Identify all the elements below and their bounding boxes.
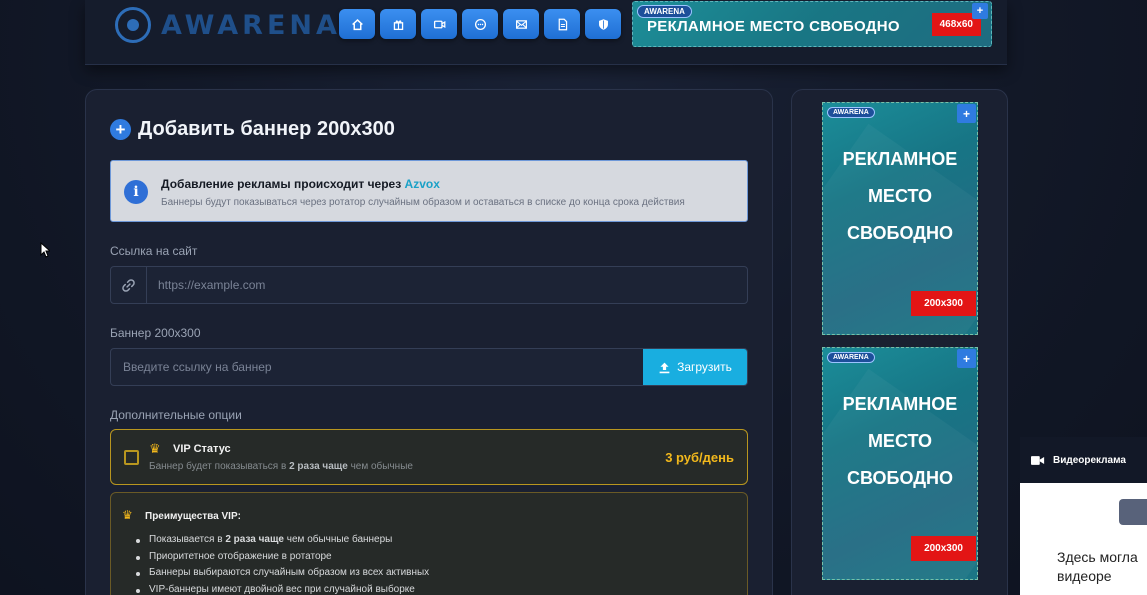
banner-brand-badge: AWARENA	[827, 107, 875, 118]
upload-icon	[659, 362, 670, 373]
banner-brand-badge: AWARENA	[827, 352, 875, 363]
add-banner-plus-icon[interactable]: +	[957, 104, 976, 123]
site-header: AWARENA AWARENA РЕКЛАМНОЕ МЕСТО СВОБОДНО…	[85, 0, 1007, 65]
nav-home-button[interactable]	[339, 9, 375, 39]
logo-icon	[115, 7, 151, 43]
banner-free-text: РЕКЛАМНОЕ МЕСТО СВОБОДНО	[647, 18, 900, 35]
chat-icon	[474, 18, 486, 30]
upload-label: Загрузить	[677, 360, 732, 374]
banner-size-badge: 200x300	[911, 536, 976, 561]
link-icon	[122, 278, 135, 292]
vip-price: 3 руб/день	[665, 450, 734, 465]
card-title-row: + Добавить баннер 200x300	[110, 118, 395, 141]
add-banner-plus-icon[interactable]: +	[957, 349, 976, 368]
list-item: VIP-баннеры имеют двойной вес при случай…	[135, 582, 429, 595]
site-link-group	[110, 266, 748, 304]
mouse-cursor-icon	[40, 242, 50, 258]
vip-checkbox[interactable]	[124, 450, 139, 465]
list-item: Баннеры выбираются случайным образом из …	[135, 565, 429, 582]
home-icon	[351, 18, 363, 30]
vip-title: VIP Статус	[173, 443, 231, 455]
crown-icon: ♛	[149, 441, 161, 456]
page-title: Добавить баннер 200x300	[138, 118, 395, 140]
nav-bar	[339, 9, 621, 39]
crown-icon: ♛	[122, 508, 133, 522]
info-alert: i Добавление рекламы происходит через Az…	[110, 160, 748, 222]
list-item: Приоритетное отображение в ротаторе	[135, 549, 429, 566]
video-icon	[433, 20, 445, 28]
upload-button[interactable]: Загрузить	[643, 349, 747, 385]
nav-chat-button[interactable]	[462, 9, 498, 39]
video-ad-widget[interactable]: Видеореклама Здесь могла видеоре	[1020, 437, 1147, 595]
logo[interactable]: AWARENA	[115, 7, 341, 43]
banner-url-label: Баннер 200x300	[110, 326, 201, 340]
side-ad-banner-2[interactable]: AWARENA + РЕКЛАМНОЕ МЕСТО СВОБОДНО 200x3…	[822, 347, 978, 580]
shield-icon	[598, 18, 608, 30]
plus-circle-icon: +	[110, 119, 131, 140]
options-label: Дополнительные опции	[110, 408, 242, 422]
add-banner-plus-icon[interactable]: +	[972, 3, 988, 19]
logo-text: AWARENA	[161, 9, 341, 41]
banner-free-text: РЕКЛАМНОЕ МЕСТО СВОБОДНО	[842, 149, 958, 243]
list-item: Показывается в 2 раза чаще чем обычные б…	[135, 532, 429, 549]
benefits-list: Показывается в 2 раза чаще чем обычные б…	[135, 532, 429, 595]
nav-mail-button[interactable]	[503, 9, 539, 39]
nav-document-button[interactable]	[544, 9, 580, 39]
link-addon	[111, 267, 147, 303]
banner-free-text: РЕКЛАМНОЕ МЕСТО СВОБОДНО	[842, 394, 958, 488]
info-title: Добавление рекламы происходит через Azvo…	[161, 177, 440, 191]
side-ad-banner-1[interactable]: AWARENA + РЕКЛАМНОЕ МЕСТО СВОБОДНО 200x3…	[822, 102, 978, 335]
azvox-link[interactable]: Azvox	[405, 177, 440, 191]
banner-brand-badge: AWARENA	[637, 5, 692, 18]
info-icon: i	[124, 180, 148, 204]
nav-shield-button[interactable]	[585, 9, 621, 39]
site-link-input[interactable]	[158, 267, 738, 303]
video-placeholder-icon	[1119, 499, 1147, 525]
banner-url-input[interactable]	[123, 349, 639, 385]
document-icon	[558, 18, 567, 30]
video-widget-header: Видеореклама	[1020, 437, 1147, 483]
banner-url-group: Загрузить	[110, 348, 748, 386]
vip-benefits: ♛ Преимущества VIP: Показывается в 2 раз…	[110, 492, 748, 595]
info-subtitle: Баннеры будут показываться через ротатор…	[161, 197, 685, 208]
sidebar-ads: AWARENA + РЕКЛАМНОЕ МЕСТО СВОБОДНО 200x3…	[791, 89, 1008, 595]
video-widget-text: Здесь могла видеоре	[1057, 549, 1138, 584]
nav-video-button[interactable]	[421, 9, 457, 39]
video-widget-body: Здесь могла видеоре	[1020, 483, 1147, 595]
vip-subtitle: Баннер будет показываться в 2 раза чаще …	[149, 461, 413, 472]
gift-icon	[393, 19, 403, 30]
nav-gift-button[interactable]	[380, 9, 416, 39]
video-camera-icon	[1031, 455, 1045, 465]
vip-option[interactable]: ♛ VIP Статус Баннер будет показываться в…	[110, 429, 748, 485]
mail-icon	[515, 19, 527, 29]
banner-size-badge: 200x300	[911, 291, 976, 316]
add-banner-card: + Добавить баннер 200x300 i Добавление р…	[85, 89, 773, 595]
top-ad-banner-468x60[interactable]: AWARENA РЕКЛАМНОЕ МЕСТО СВОБОДНО 468x60 …	[632, 1, 992, 47]
site-link-label: Ссылка на сайт	[110, 244, 198, 258]
benefits-title: Преимущества VIP:	[145, 511, 241, 522]
video-widget-title: Видеореклама	[1053, 454, 1126, 466]
